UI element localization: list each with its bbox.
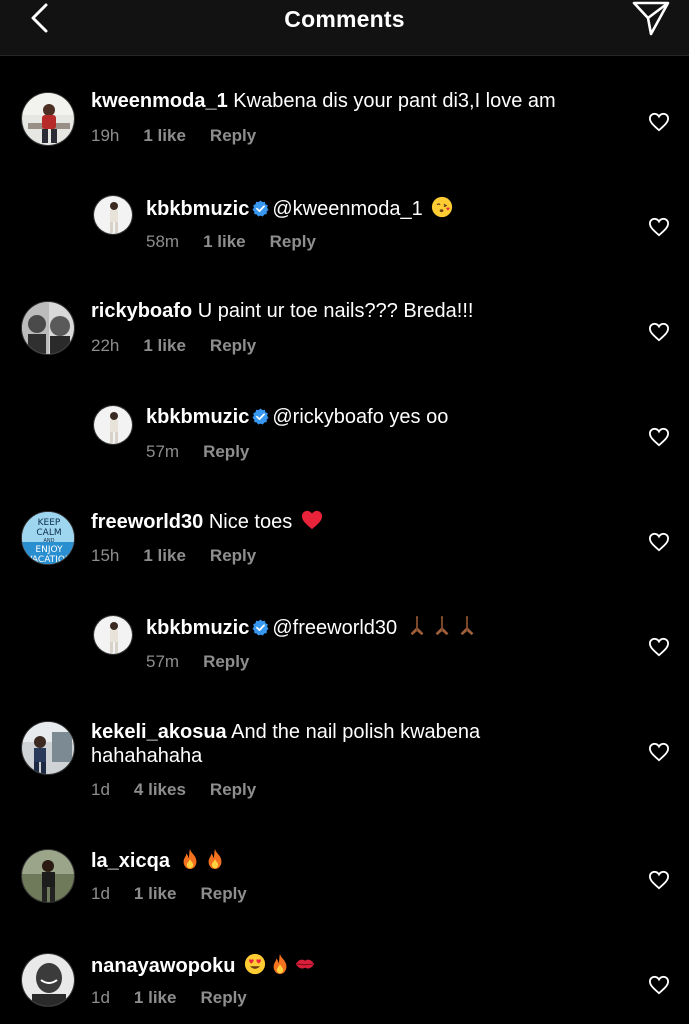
comment-text: U paint ur toe nails??? Breda!!! [197, 300, 474, 322]
comment-likes[interactable]: 1 like [143, 546, 186, 566]
reply-button[interactable]: Reply [200, 884, 246, 904]
reply-button[interactable]: Reply [210, 780, 256, 800]
avatar[interactable] [93, 405, 133, 445]
comment-content: kbkbmuzic @freeworld30 [146, 615, 478, 640]
heart-icon[interactable] [648, 975, 670, 995]
comment-username[interactable]: kbkbmuzic [146, 198, 249, 220]
comment-time: 15h [91, 546, 120, 565]
kissing-face-icon [432, 196, 453, 218]
comment-mention[interactable]: @kweenmoda_1 [272, 198, 422, 220]
comment-time: 58m [146, 232, 180, 251]
comment-username[interactable]: freeworld30 [91, 511, 203, 533]
folded-hands-icon [460, 616, 474, 636]
comment-username[interactable]: kweenmoda_1 [91, 90, 228, 112]
heart-icon[interactable] [648, 427, 670, 447]
avatar-text: VACATION [26, 555, 71, 565]
comment-content: la_xicqa [91, 848, 226, 873]
comment-likes[interactable]: 1 like [143, 126, 186, 146]
comment-time: 1d [91, 780, 110, 799]
avatar[interactable] [93, 615, 133, 655]
comment-username[interactable]: kbkbmuzic [146, 406, 249, 428]
comment-time: 57m [146, 442, 180, 461]
comment-time: 1d [91, 988, 110, 1007]
avatar[interactable] [21, 301, 75, 355]
share-button[interactable] [631, 0, 671, 38]
comment-username[interactable]: rickyboafo [91, 300, 192, 322]
comment-likes[interactable]: 1 like [134, 988, 177, 1008]
comment-meta: 57m Reply [146, 442, 273, 462]
heart-icon[interactable] [648, 532, 670, 552]
heart-eyes-icon [244, 953, 266, 975]
comment-text: yes oo [389, 406, 449, 428]
reply-button[interactable]: Reply [210, 546, 256, 566]
kiss-mark-icon [295, 959, 315, 969]
comment-time: 57m [146, 652, 180, 671]
folded-hands-icon [410, 616, 424, 636]
reply-button[interactable]: Reply [203, 652, 249, 672]
reply-button[interactable]: Reply [210, 336, 256, 356]
avatar-text: CALM [36, 528, 61, 538]
reply-button[interactable]: Reply [210, 126, 256, 146]
avatar[interactable] [21, 721, 75, 775]
reply-button[interactable]: Reply [270, 232, 316, 252]
comment-meta: 58m 1 like Reply [146, 232, 340, 252]
fire-icon [183, 848, 196, 870]
heart-icon[interactable] [648, 112, 670, 132]
comment-username[interactable]: kekeli_akosua [91, 721, 227, 743]
verified-badge-icon [252, 200, 269, 217]
comment-meta: 19h 1 like Reply [91, 126, 280, 146]
avatar[interactable] [93, 195, 133, 235]
comment-time: 19h [91, 126, 120, 145]
fire-icon [208, 848, 221, 870]
heart-icon[interactable] [648, 322, 670, 342]
comment-content: freeworld30 Nice toes [91, 509, 323, 534]
comment-content: kbkbmuzic @kweenmoda_1 [146, 196, 453, 221]
comment-content: kweenmoda_1 Kwabena dis your pant di3,I … [91, 89, 556, 113]
comment-time: 1d [91, 884, 110, 903]
heart-icon[interactable] [648, 742, 670, 762]
comment-text: Kwabena dis your pant di3,I love am [233, 90, 556, 112]
comment-meta: 1d 1 like Reply [91, 884, 271, 904]
verified-badge-icon [252, 619, 269, 636]
comment-username[interactable]: la_xicqa [91, 850, 170, 872]
reply-button[interactable]: Reply [200, 988, 246, 1008]
comment-meta: 57m Reply [146, 652, 273, 672]
comment-content: rickyboafo U paint ur toe nails??? Breda… [91, 299, 473, 323]
comment-meta: 1d 4 likes Reply [91, 780, 280, 800]
comment-content: kbkbmuzic @rickyboafo yes oo [146, 405, 448, 429]
verified-badge-icon [252, 408, 269, 425]
avatar-text: ENJOY [35, 545, 63, 555]
fire-icon [273, 953, 287, 975]
comment-likes[interactable]: 1 like [134, 884, 177, 904]
comment-meta: 15h 1 like Reply [91, 546, 280, 566]
comment-mention[interactable]: @rickyboafo [272, 406, 383, 428]
folded-hands-icon [435, 616, 449, 636]
page-title: Comments [284, 6, 405, 32]
comment-likes[interactable]: 1 like [203, 232, 246, 252]
heart-icon[interactable] [648, 637, 670, 657]
comment-likes[interactable]: 1 like [143, 336, 186, 356]
comment-likes[interactable]: 4 likes [134, 780, 186, 800]
comment-username[interactable]: nanayawopoku [91, 955, 235, 977]
comment-content: nanayawopoku [91, 953, 316, 978]
comment-time: 22h [91, 336, 120, 355]
avatar[interactable] [21, 849, 75, 903]
avatar-text: KEEP [38, 518, 61, 528]
red-heart-icon [301, 510, 322, 530]
paper-plane-icon [632, 1, 670, 36]
avatar[interactable] [21, 953, 75, 1007]
comment-text: Nice toes [208, 511, 293, 533]
comment-content: kekeli_akosua And the nail polish kwaben… [91, 720, 561, 768]
header-bar: Comments [0, 0, 689, 56]
avatar[interactable]: KEEP CALM AND ENJOY VACATION [21, 511, 75, 565]
heart-icon[interactable] [648, 217, 670, 237]
reply-button[interactable]: Reply [203, 442, 249, 462]
comment-meta: 22h 1 like Reply [91, 336, 280, 356]
heart-icon[interactable] [648, 870, 670, 890]
avatar[interactable] [21, 92, 75, 146]
comment-meta: 1d 1 like Reply [91, 988, 271, 1008]
avatar-text: AND [43, 538, 54, 544]
comment-username[interactable]: kbkbmuzic [146, 617, 249, 639]
comment-mention[interactable]: @freeworld30 [272, 617, 397, 639]
